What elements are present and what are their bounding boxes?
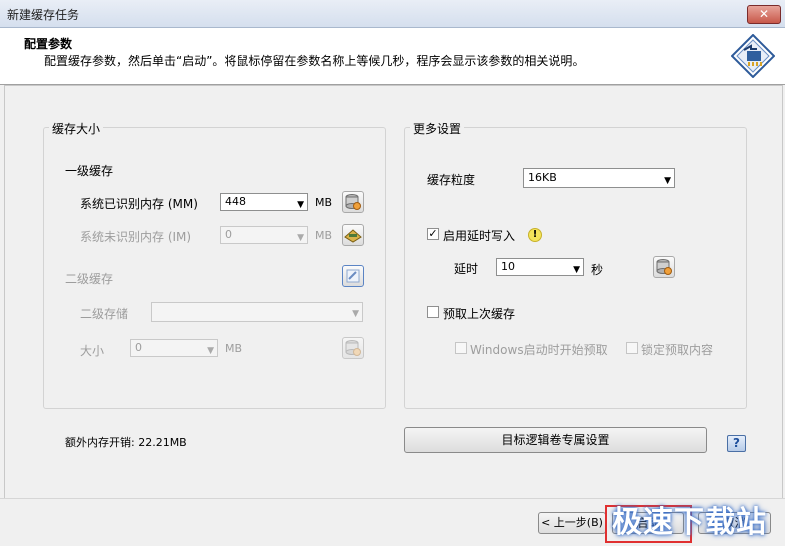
- deferred-write-checkbox[interactable]: ✓: [427, 228, 439, 240]
- l2-size-select[interactable]: 0 ▼: [130, 339, 218, 357]
- chevron-down-icon: ▼: [297, 233, 304, 243]
- database-icon: [345, 194, 361, 210]
- close-button[interactable]: ✕: [747, 5, 781, 24]
- lock-prefetch-checkbox[interactable]: [626, 342, 638, 354]
- prefetch-label: 预取上次缓存: [443, 307, 516, 321]
- l1-cache-label: 一级缓存: [65, 164, 114, 178]
- delay-select[interactable]: 10 ▼: [496, 258, 584, 276]
- granularity-select[interactable]: 16KB ▼: [523, 168, 675, 188]
- chevron-down-icon: ▼: [207, 346, 214, 356]
- memory-icon: [344, 229, 362, 243]
- unrecognized-mem-tool-button[interactable]: [342, 224, 364, 246]
- deferred-write-label: 启用延时写入: [443, 229, 516, 243]
- volume-settings-button[interactable]: 目标逻辑卷专属设置: [404, 427, 707, 453]
- window-title: 新建缓存任务: [7, 8, 80, 22]
- prefetch-on-start-checkbox[interactable]: [455, 342, 467, 354]
- page-description: 配置缓存参数，然后单击“启动”。将鼠标停留在参数名称上等候几秒，程序会显示该参数…: [44, 54, 585, 68]
- cache-chip-icon: [730, 33, 776, 79]
- delay-label: 延时: [454, 262, 479, 276]
- lock-prefetch-label: 锁定预取内容: [641, 343, 714, 357]
- granularity-value: 16KB: [528, 171, 557, 184]
- l2-size-label: 大小: [80, 344, 105, 358]
- page-title: 配置参数: [24, 37, 73, 51]
- prefetch-on-start-label: Windows启动时开始预取: [470, 343, 608, 357]
- unrecognized-mem-unit: MB: [315, 229, 333, 242]
- recognized-mem-unit: MB: [315, 196, 333, 209]
- settings-icon: [346, 269, 360, 283]
- chevron-down-icon: ▼: [352, 309, 359, 319]
- chevron-down-icon: ▼: [297, 200, 304, 210]
- delay-value: 10: [501, 260, 515, 273]
- cache-size-group-title: 缓存大小: [49, 120, 104, 137]
- unrecognized-mem-label: 系统未识别内存 (IM): [80, 230, 192, 244]
- unrecognized-mem-select[interactable]: 0 ▼: [220, 226, 308, 244]
- l2-size-value: 0: [135, 341, 142, 354]
- recognized-mem-value: 448: [225, 195, 246, 208]
- prefetch-checkbox[interactable]: [427, 306, 439, 318]
- recognized-mem-select[interactable]: 448 ▼: [220, 193, 308, 211]
- l2-storage-label: 二级存储: [80, 307, 129, 321]
- watermark-text: 极速下载站: [612, 505, 767, 540]
- title-bar: 新建缓存任务 ✕: [0, 0, 785, 28]
- delay-disk-button[interactable]: [653, 256, 675, 278]
- recognized-mem-label: 系统已识别内存 (MM): [80, 197, 198, 211]
- back-button[interactable]: < 上一步(B): [538, 512, 606, 534]
- warning-icon: !: [528, 228, 542, 242]
- chevron-down-icon: ▼: [664, 176, 671, 186]
- chevron-down-icon: ▼: [573, 265, 580, 275]
- unrecognized-mem-value: 0: [225, 228, 232, 241]
- l2-cache-toggle-button[interactable]: [342, 265, 364, 287]
- delay-unit: 秒: [591, 263, 604, 277]
- l2-cache-label: 二级缓存: [65, 272, 114, 286]
- l2-storage-select[interactable]: ▼: [151, 302, 363, 322]
- granularity-label: 缓存粒度: [427, 173, 476, 187]
- database-icon: [656, 259, 672, 275]
- more-settings-group-title: 更多设置: [410, 120, 465, 137]
- wizard-header: 配置参数 配置缓存参数，然后单击“启动”。将鼠标停留在参数名称上等候几秒，程序会…: [0, 28, 785, 85]
- database-icon: [345, 340, 361, 356]
- l2-size-disk-button[interactable]: [342, 337, 364, 359]
- overhead-text: 额外内存开销: 22.21MB: [65, 436, 187, 449]
- recognized-mem-disk-button[interactable]: [342, 191, 364, 213]
- l2-size-unit: MB: [225, 342, 243, 355]
- help-icon[interactable]: ?: [727, 435, 746, 452]
